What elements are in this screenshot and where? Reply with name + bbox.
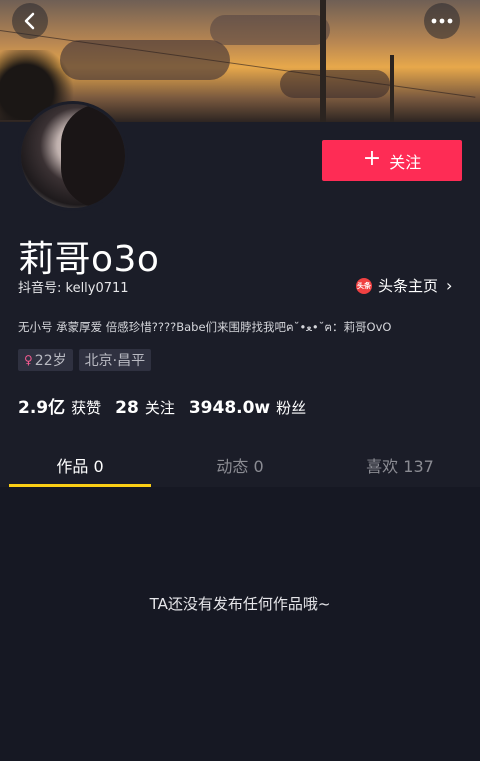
follow-button[interactable]: + 关注	[322, 140, 462, 181]
back-button[interactable]	[12, 3, 48, 39]
profile-name: 莉哥o3o	[18, 239, 160, 280]
tab-posts[interactable]: 动态 0	[160, 443, 320, 487]
banner-cloud	[210, 15, 330, 45]
profile-tags: ♀ 22岁 北京·昌平	[18, 349, 152, 371]
age-label: 22岁	[34, 353, 67, 369]
back-arrow-icon	[24, 12, 35, 30]
toutiao-label: 头条主页	[378, 277, 439, 295]
profile-stats: 2.9亿 获赞 28 关注 3948.0w 粉丝	[18, 393, 306, 418]
douyin-id: 抖音号: kelly0711	[18, 281, 129, 296]
followers-count: 3948.0w	[188, 398, 271, 418]
female-icon: ♀	[24, 353, 33, 367]
toutiao-logo-icon: 头条	[356, 277, 372, 294]
tab-works[interactable]: 作品 0	[0, 443, 160, 487]
profile-bio: 无小号 承蒙厚爱 倍感珍惜????Babe们来围脖找我吧ฅ˘•ﻌ•˘ฅ：莉哥Ov…	[18, 320, 392, 334]
followers-label: 粉丝	[276, 399, 307, 417]
toutiao-homepage-link[interactable]: 头条 头条主页 ›	[356, 275, 452, 296]
avatar[interactable]	[18, 101, 128, 211]
profile-tabs: 作品 0 动态 0 喜欢 137	[0, 443, 480, 487]
follow-button-label: 关注	[389, 152, 422, 172]
banner-cloud	[60, 40, 230, 80]
likes-stat: 2.9亿 获赞	[18, 393, 101, 418]
empty-state-message: TA还没有发布任何作品哦~	[149, 595, 331, 613]
location-label: 北京·昌平	[84, 353, 146, 369]
following-label: 关注	[144, 399, 175, 417]
banner-pole	[390, 55, 394, 122]
likes-count: 2.9亿	[18, 398, 66, 418]
banner-pole	[320, 0, 326, 122]
tab-likes[interactable]: 喜欢 137	[320, 443, 480, 487]
banner-cloud	[280, 70, 390, 98]
tab-indicator	[9, 484, 151, 487]
avatar-hair	[61, 104, 125, 208]
more-button[interactable]	[424, 3, 460, 39]
chevron-right-icon: ›	[446, 276, 453, 295]
following-stat[interactable]: 28 关注	[115, 397, 175, 418]
following-count: 28	[115, 398, 139, 418]
age-tag: ♀ 22岁	[18, 349, 73, 371]
likes-label: 获赞	[71, 399, 102, 417]
more-dots-icon	[431, 18, 453, 24]
followers-stat[interactable]: 3948.0w 粉丝	[189, 397, 306, 418]
plus-icon: +	[362, 146, 382, 171]
location-tag: 北京·昌平	[78, 349, 152, 371]
